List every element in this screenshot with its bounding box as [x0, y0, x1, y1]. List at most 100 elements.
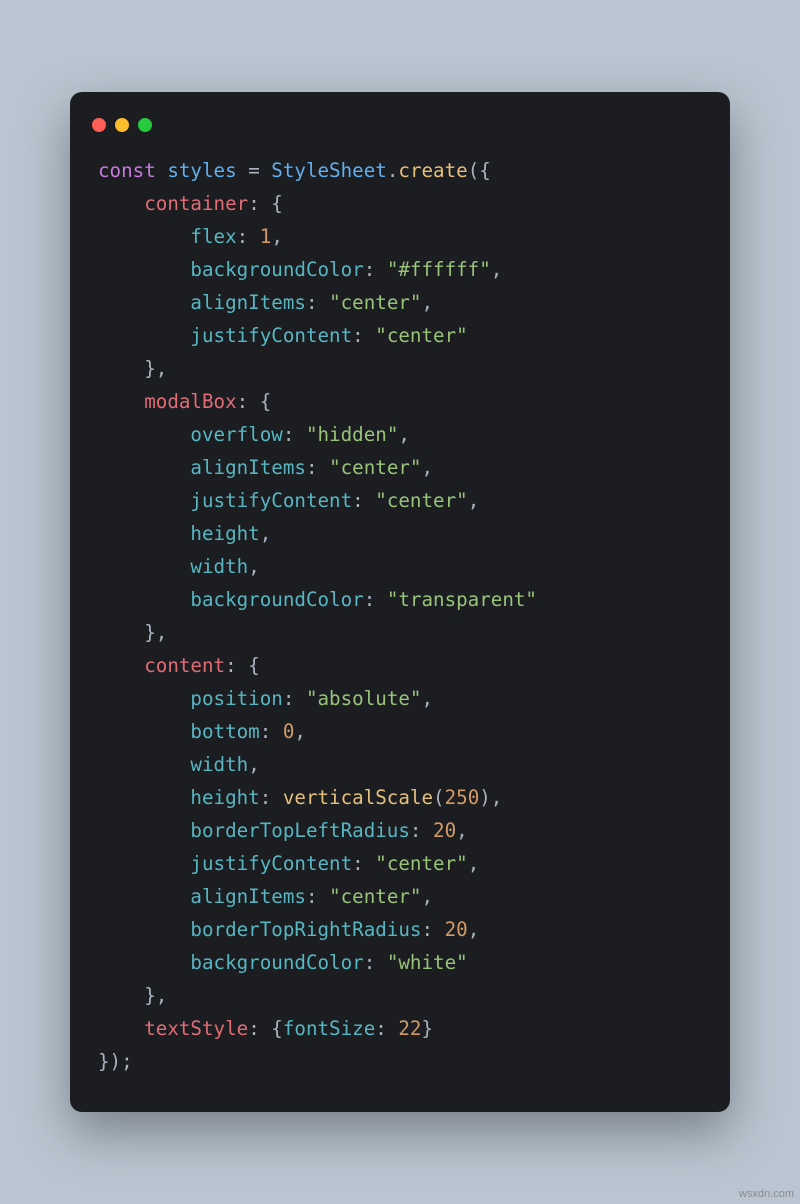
code-token: justifyContent: [190, 489, 352, 512]
code-token: =: [248, 159, 271, 182]
watermark-text: wsxdn.com: [739, 1188, 794, 1200]
code-token: }: [421, 1017, 433, 1040]
code-token: "center": [329, 456, 421, 479]
code-token: "center": [375, 852, 467, 875]
code-token: [98, 489, 190, 512]
code-token: :: [283, 687, 306, 710]
code-token: :: [306, 456, 329, 479]
code-token: [98, 192, 144, 215]
code-token: [98, 753, 190, 776]
code-token: [98, 918, 190, 941]
code-token: :: [237, 225, 260, 248]
code-token: fontSize: [283, 1017, 375, 1040]
code-token: "hidden": [306, 423, 398, 446]
code-token: :: [306, 291, 329, 314]
code-token: "center": [375, 489, 467, 512]
code-token: backgroundColor: [190, 951, 363, 974]
code-token: :: [410, 819, 433, 842]
code-token: :: [352, 489, 375, 512]
code-token: backgroundColor: [190, 258, 363, 281]
code-token: borderTopLeftRadius: [190, 819, 410, 842]
code-token: :: [421, 918, 444, 941]
code-token: ,: [294, 720, 306, 743]
code-token: [98, 522, 190, 545]
code-token: : {: [248, 1017, 283, 1040]
code-token: const: [98, 159, 167, 182]
code-token: ,: [248, 555, 260, 578]
close-icon[interactable]: [92, 118, 106, 132]
code-token: justifyContent: [190, 324, 352, 347]
code-token: "center": [375, 324, 467, 347]
zoom-icon[interactable]: [138, 118, 152, 132]
code-token: [98, 225, 190, 248]
code-token: },: [98, 357, 167, 380]
code-token: ,: [421, 687, 433, 710]
code-token: [98, 885, 190, 908]
code-token: [98, 555, 190, 578]
code-token: [98, 1017, 144, 1040]
code-token: [98, 423, 190, 446]
code-token: [98, 687, 190, 710]
code-token: container: [144, 192, 248, 215]
code-token: [98, 456, 190, 479]
code-token: 22: [398, 1017, 421, 1040]
page-stage: const styles = StyleSheet.create({ conta…: [0, 0, 800, 1204]
minimize-icon[interactable]: [115, 118, 129, 132]
code-token: bottom: [190, 720, 259, 743]
code-token: height: [190, 522, 259, 545]
code-token: ,: [260, 522, 272, 545]
code-token: [98, 654, 144, 677]
code-token: alignItems: [190, 456, 306, 479]
code-token: overflow: [190, 423, 282, 446]
code-token: });: [98, 1050, 133, 1073]
code-token: :: [283, 423, 306, 446]
code-token: height: [190, 786, 259, 809]
code-token: :: [352, 324, 375, 347]
code-token: ,: [456, 819, 468, 842]
code-token: :: [306, 885, 329, 908]
code-token: :: [260, 786, 283, 809]
code-token: backgroundColor: [190, 588, 363, 611]
code-token: textStyle: [144, 1017, 248, 1040]
code-window: const styles = StyleSheet.create({ conta…: [70, 92, 730, 1112]
code-token: : {: [248, 192, 283, 215]
code-token: 0: [283, 720, 295, 743]
code-token: "transparent": [387, 588, 537, 611]
code-token: [98, 291, 190, 314]
code-token: alignItems: [190, 885, 306, 908]
code-token: ,: [468, 918, 480, 941]
code-token: :: [364, 588, 387, 611]
code-token: },: [98, 621, 167, 644]
code-token: ,: [468, 852, 480, 875]
code-token: [98, 852, 190, 875]
code-token: 20: [433, 819, 456, 842]
code-token: [98, 324, 190, 347]
code-token: "center": [329, 291, 421, 314]
code-token: 20: [445, 918, 468, 941]
code-token: ,: [271, 225, 283, 248]
code-token: [98, 819, 190, 842]
code-token: [98, 258, 190, 281]
code-token: 1: [260, 225, 272, 248]
code-token: "absolute": [306, 687, 422, 710]
code-token: ({: [468, 159, 491, 182]
code-token: [98, 786, 190, 809]
code-token: .: [387, 159, 399, 182]
code-token: : {: [237, 390, 272, 413]
code-token: [98, 951, 190, 974]
code-token: StyleSheet: [271, 159, 387, 182]
code-token: ,: [421, 291, 433, 314]
code-token: create: [398, 159, 467, 182]
code-token: position: [190, 687, 282, 710]
code-token: :: [364, 951, 387, 974]
code-token: modalBox: [144, 390, 236, 413]
code-token: styles: [167, 159, 248, 182]
code-token: alignItems: [190, 291, 306, 314]
code-token: ,: [398, 423, 410, 446]
code-token: width: [190, 555, 248, 578]
code-token: },: [98, 984, 167, 1007]
code-token: 250: [445, 786, 480, 809]
window-titlebar: [70, 110, 730, 154]
code-token: ,: [421, 885, 433, 908]
code-token: :: [352, 852, 375, 875]
